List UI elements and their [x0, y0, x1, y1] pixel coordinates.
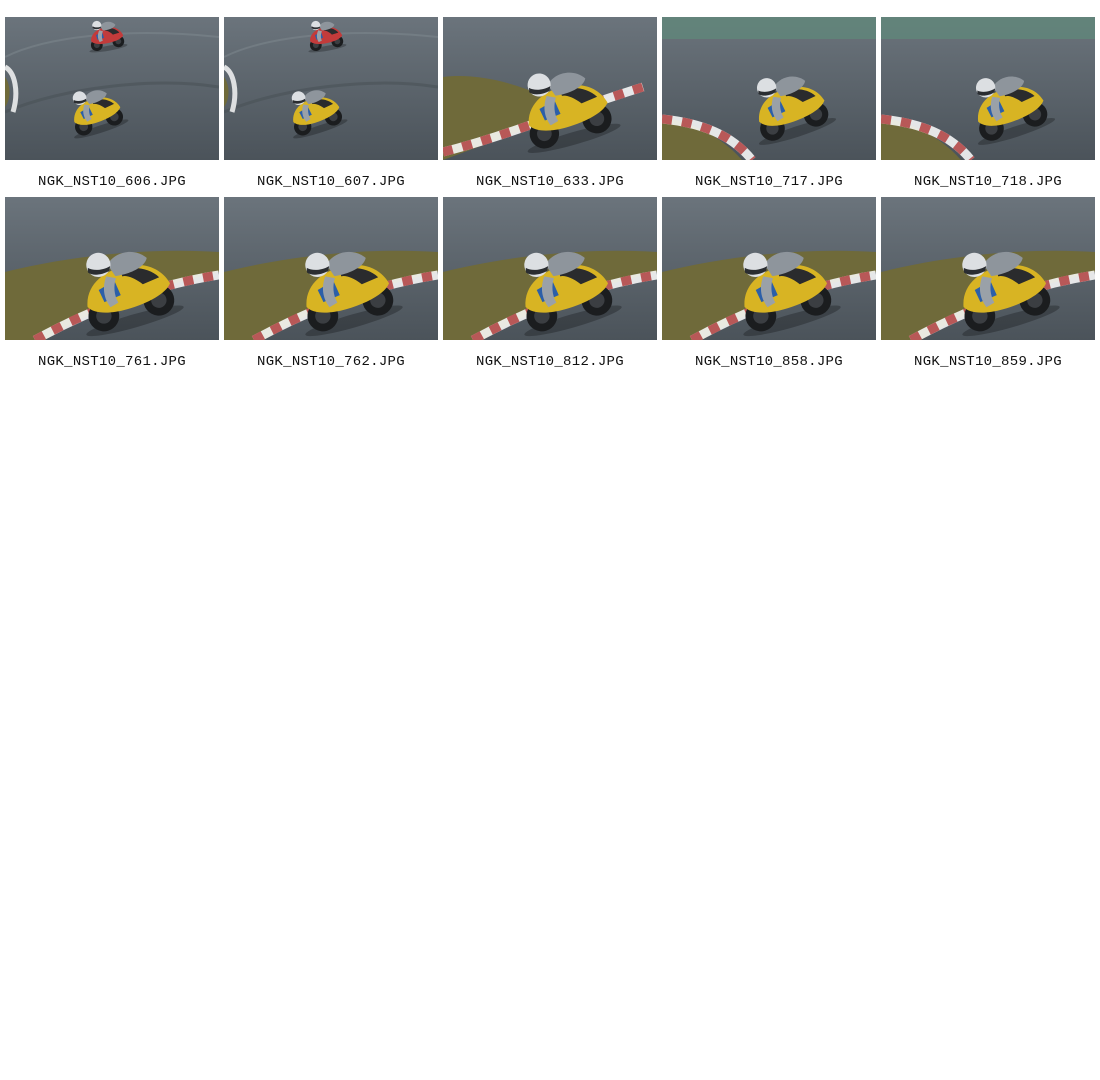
- photo-thumbnail-cell[interactable]: NGK_NST10_606.JPG: [5, 17, 219, 197]
- photo-thumbnail[interactable]: [224, 17, 438, 160]
- photo-thumbnail-cell[interactable]: NGK_NST10_859.JPG: [881, 197, 1095, 377]
- photo-thumbnail-cell[interactable]: NGK_NST10_762.JPG: [224, 197, 438, 377]
- photo-thumbnail[interactable]: [5, 197, 219, 340]
- photo-thumbnail-cell[interactable]: NGK_NST10_858.JPG: [662, 197, 876, 377]
- photo-image: [5, 17, 219, 160]
- photo-thumbnail[interactable]: [443, 197, 657, 340]
- photo-image: [224, 17, 438, 160]
- photo-thumbnail[interactable]: [881, 197, 1095, 340]
- photo-thumbnail[interactable]: [443, 17, 657, 160]
- photo-filename[interactable]: NGK_NST10_858.JPG: [695, 354, 843, 370]
- photo-image: [443, 17, 657, 160]
- photo-thumbnail-cell[interactable]: NGK_NST10_761.JPG: [5, 197, 219, 377]
- photo-thumbnail-cell[interactable]: NGK_NST10_607.JPG: [224, 17, 438, 197]
- photo-image: [881, 17, 1095, 160]
- photo-image: [662, 17, 876, 160]
- photo-image: [881, 197, 1095, 340]
- photo-thumbnail-cell[interactable]: NGK_NST10_717.JPG: [662, 17, 876, 197]
- photo-thumbnail[interactable]: [662, 17, 876, 160]
- photo-filename[interactable]: NGK_NST10_718.JPG: [914, 174, 1062, 190]
- photo-image: [224, 197, 438, 340]
- photo-filename[interactable]: NGK_NST10_761.JPG: [38, 354, 186, 370]
- photo-gallery: NGK_NST10_606.JPG NGK_NST10_607.JPG NGK_…: [5, 17, 1095, 377]
- photo-filename[interactable]: NGK_NST10_717.JPG: [695, 174, 843, 190]
- photo-thumbnail[interactable]: [881, 17, 1095, 160]
- photo-thumbnail[interactable]: [662, 197, 876, 340]
- photo-filename[interactable]: NGK_NST10_762.JPG: [257, 354, 405, 370]
- photo-filename[interactable]: NGK_NST10_859.JPG: [914, 354, 1062, 370]
- photo-image: [5, 197, 219, 340]
- photo-thumbnail[interactable]: [224, 197, 438, 340]
- photo-image: [662, 197, 876, 340]
- photo-thumbnail-cell[interactable]: NGK_NST10_718.JPG: [881, 17, 1095, 197]
- photo-filename[interactable]: NGK_NST10_606.JPG: [38, 174, 186, 190]
- photo-filename[interactable]: NGK_NST10_633.JPG: [476, 174, 624, 190]
- photo-thumbnail-cell[interactable]: NGK_NST10_633.JPG: [443, 17, 657, 197]
- photo-thumbnail-cell[interactable]: NGK_NST10_812.JPG: [443, 197, 657, 377]
- photo-filename[interactable]: NGK_NST10_607.JPG: [257, 174, 405, 190]
- photo-thumbnail[interactable]: [5, 17, 219, 160]
- photo-filename[interactable]: NGK_NST10_812.JPG: [476, 354, 624, 370]
- photo-image: [443, 197, 657, 340]
